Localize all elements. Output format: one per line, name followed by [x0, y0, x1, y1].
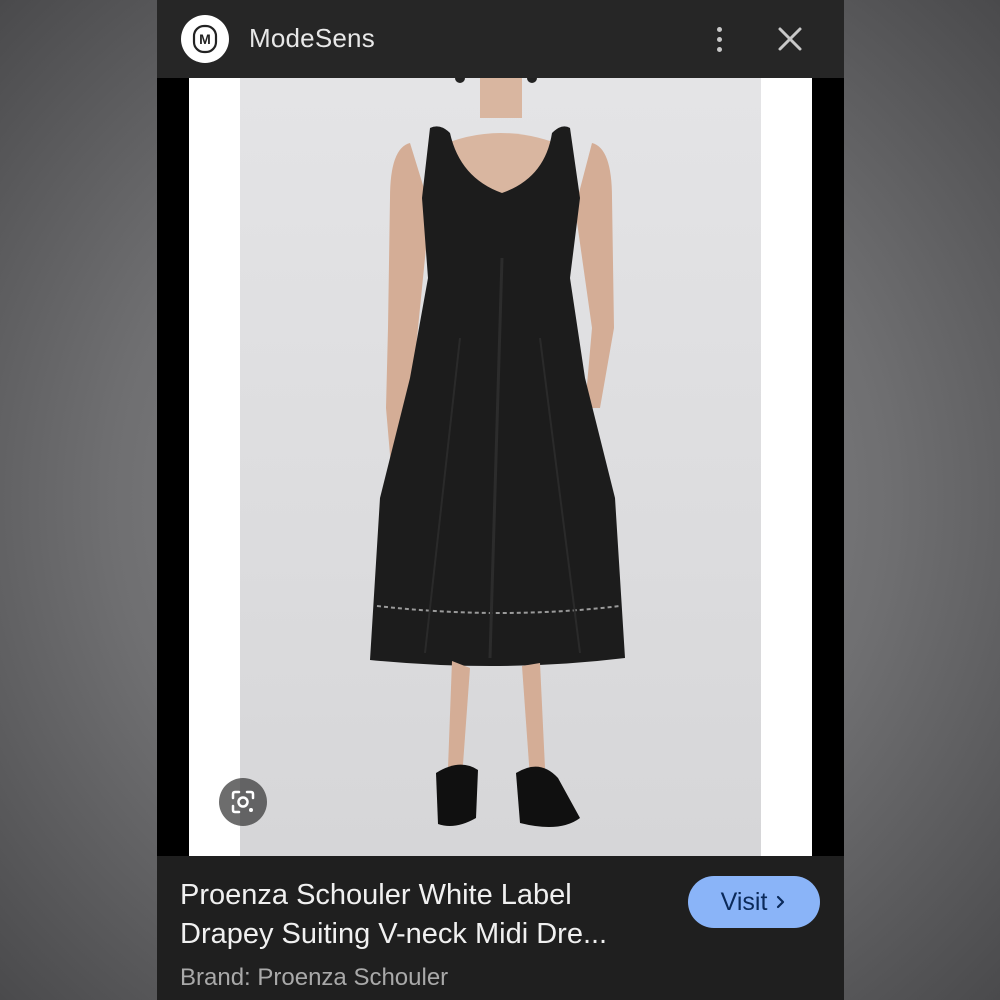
- product-title-line2: Drapey Suiting V-neck Midi Dre...: [180, 918, 608, 950]
- more-options-button[interactable]: [705, 22, 733, 56]
- site-name[interactable]: ModeSens: [249, 23, 375, 54]
- image-viewer[interactable]: [157, 78, 844, 856]
- google-lens-icon: [231, 790, 255, 814]
- visit-label: Visit: [720, 887, 768, 916]
- source-header: M ModeSens: [157, 0, 844, 78]
- close-icon: [778, 27, 802, 51]
- visit-button[interactable]: Visit: [688, 876, 820, 928]
- image-preview-panel: M ModeSens Proenza Schouler White Label …: [157, 0, 844, 1000]
- product-title-line1: Proenza Schouler White Label: [180, 879, 572, 911]
- result-caption: Proenza Schouler White Label Drapey Suit…: [157, 856, 844, 1000]
- brand-label: Brand: Proenza Schouler: [180, 964, 449, 991]
- lens-search-button[interactable]: [219, 778, 267, 826]
- chevron-right-icon: [777, 895, 785, 909]
- photo-frame: [189, 78, 812, 856]
- site-logo[interactable]: M: [181, 15, 229, 63]
- dress-photo-illustration: [370, 78, 625, 827]
- more-vert-icon: [716, 26, 722, 32]
- product-title[interactable]: Proenza Schouler White Label Drapey Suit…: [180, 876, 670, 954]
- modesens-logo-icon: M: [192, 24, 218, 54]
- product-photo[interactable]: [240, 78, 761, 856]
- svg-text:M: M: [199, 31, 211, 47]
- close-button[interactable]: [775, 24, 805, 54]
